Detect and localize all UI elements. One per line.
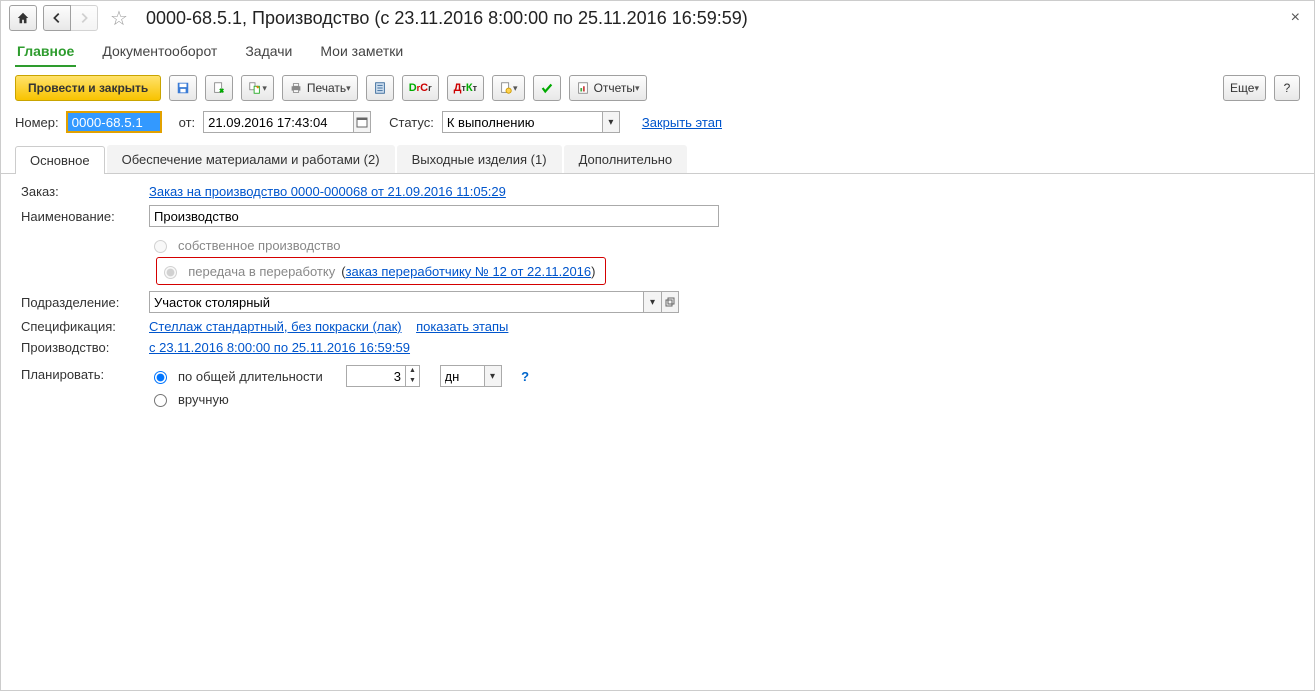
status-label: Статус: [389, 115, 434, 130]
from-label: от: [179, 115, 196, 130]
subtabs: Основное Обеспечение материалами и работ… [1, 145, 1314, 174]
name-label: Наименование: [21, 209, 141, 224]
name-input[interactable] [149, 205, 719, 227]
show-stages-link[interactable]: показать этапы [416, 319, 508, 334]
open-external-icon [665, 297, 675, 307]
create-based-on-button[interactable] [241, 75, 274, 101]
checkmark-icon [540, 81, 554, 95]
top-tabs: Главное Документооборот Задачи Мои замет… [1, 35, 1314, 67]
drcr-button[interactable]: DrCr [402, 75, 439, 101]
reports-button[interactable]: Отчеты [569, 75, 647, 101]
duration-input[interactable] [346, 365, 406, 387]
own-production-radio-label: собственное производство [149, 237, 1294, 253]
document-tree-icon [248, 81, 262, 95]
home-icon [16, 11, 30, 25]
plan-label: Планировать: [21, 361, 141, 382]
paperclip-icon [499, 81, 513, 95]
number-label: Номер: [15, 115, 59, 130]
document-post-icon [212, 81, 226, 95]
plan-by-duration-label: по общей длительности [178, 369, 323, 384]
window-title: 0000-68.5.1, Производство (с 23.11.2016 … [146, 8, 1279, 29]
favorite-star-icon[interactable]: ☆ [110, 6, 128, 31]
date-from-combo [203, 111, 371, 133]
arrow-left-icon [50, 11, 64, 25]
number-input[interactable] [68, 113, 160, 131]
back-button[interactable] [43, 5, 71, 31]
plan-manual-label: вручную [178, 392, 229, 407]
own-production-radio [154, 240, 167, 253]
plan-manual-radio[interactable] [154, 394, 167, 407]
status-combo: ▾ [442, 111, 620, 133]
report-icon [576, 81, 590, 95]
department-dropdown-button[interactable]: ▾ [643, 291, 661, 313]
subtab-main[interactable]: Основное [15, 146, 105, 174]
subtab-extra[interactable]: Дополнительно [564, 145, 688, 173]
ledger-icon [373, 81, 387, 95]
diskette-icon [176, 81, 190, 95]
print-button[interactable]: Печать [282, 75, 358, 101]
toolbar: Провести и закрыть Печать DrCr ДтКт Отче… [1, 67, 1314, 109]
date-from-input[interactable] [203, 111, 353, 133]
spec-link[interactable]: Стеллаж стандартный, без покраски (лак) [149, 319, 402, 334]
spec-label: Спецификация: [21, 319, 141, 334]
plan-help-button[interactable]: ? [521, 369, 529, 384]
status-dropdown-button[interactable]: ▾ [602, 111, 620, 133]
close-stage-link[interactable]: Закрыть этап [642, 115, 722, 130]
plan-by-duration-radio[interactable] [154, 371, 167, 384]
outsource-highlight-box: передача в переработку (заказ переработч… [156, 257, 606, 285]
duration-spinner: ▲ ▼ [346, 365, 420, 387]
duration-down-button[interactable]: ▼ [406, 376, 419, 386]
number-field-wrapper [67, 112, 161, 132]
home-button[interactable] [9, 5, 37, 31]
department-input[interactable] [149, 291, 643, 313]
approve-button[interactable] [533, 75, 561, 101]
order-label: Заказ: [21, 184, 141, 199]
help-button[interactable]: ? [1274, 75, 1300, 101]
top-tab-docflow[interactable]: Документооборот [100, 37, 219, 67]
duration-unit-input[interactable] [440, 365, 484, 387]
order-link[interactable]: Заказ на производство 0000-000068 от 21.… [149, 184, 1294, 199]
production-type-row: собственное производство передача в пере… [149, 233, 1294, 285]
top-tab-main[interactable]: Главное [15, 37, 76, 67]
production-period-link[interactable]: с 23.11.2016 8:00:00 по 25.11.2016 16:59… [149, 340, 1294, 355]
arrow-right-icon [77, 11, 91, 25]
top-tab-tasks[interactable]: Задачи [243, 37, 294, 67]
department-label: Подразделение: [21, 295, 141, 310]
dtkt-button[interactable]: ДтКт [447, 75, 484, 101]
subtab-materials[interactable]: Обеспечение материалами и работами (2) [107, 145, 395, 173]
status-input[interactable] [442, 111, 602, 133]
attachments-button[interactable] [492, 75, 525, 101]
more-button[interactable]: Еще [1223, 75, 1266, 101]
outsource-order-link[interactable]: заказ переработчику № 12 от 22.11.2016 [346, 264, 592, 279]
duration-up-button[interactable]: ▲ [406, 366, 419, 376]
post-button[interactable] [205, 75, 233, 101]
department-open-button[interactable] [661, 291, 679, 313]
duration-unit-dropdown[interactable]: ▾ [484, 365, 502, 387]
calendar-button[interactable] [353, 111, 371, 133]
registers-button[interactable] [366, 75, 394, 101]
subtab-output[interactable]: Выходные изделия (1) [397, 145, 562, 173]
outsource-radio [164, 266, 177, 279]
production-label: Производство: [21, 340, 141, 355]
post-and-close-button[interactable]: Провести и закрыть [15, 75, 161, 101]
printer-icon [289, 81, 303, 95]
top-tab-notes[interactable]: Мои заметки [318, 37, 405, 67]
save-button[interactable] [169, 75, 197, 101]
calendar-icon [356, 116, 368, 128]
close-window-button[interactable]: × [1285, 9, 1306, 27]
forward-button [71, 5, 98, 31]
outsource-radio-label: передача в переработку [159, 263, 335, 279]
